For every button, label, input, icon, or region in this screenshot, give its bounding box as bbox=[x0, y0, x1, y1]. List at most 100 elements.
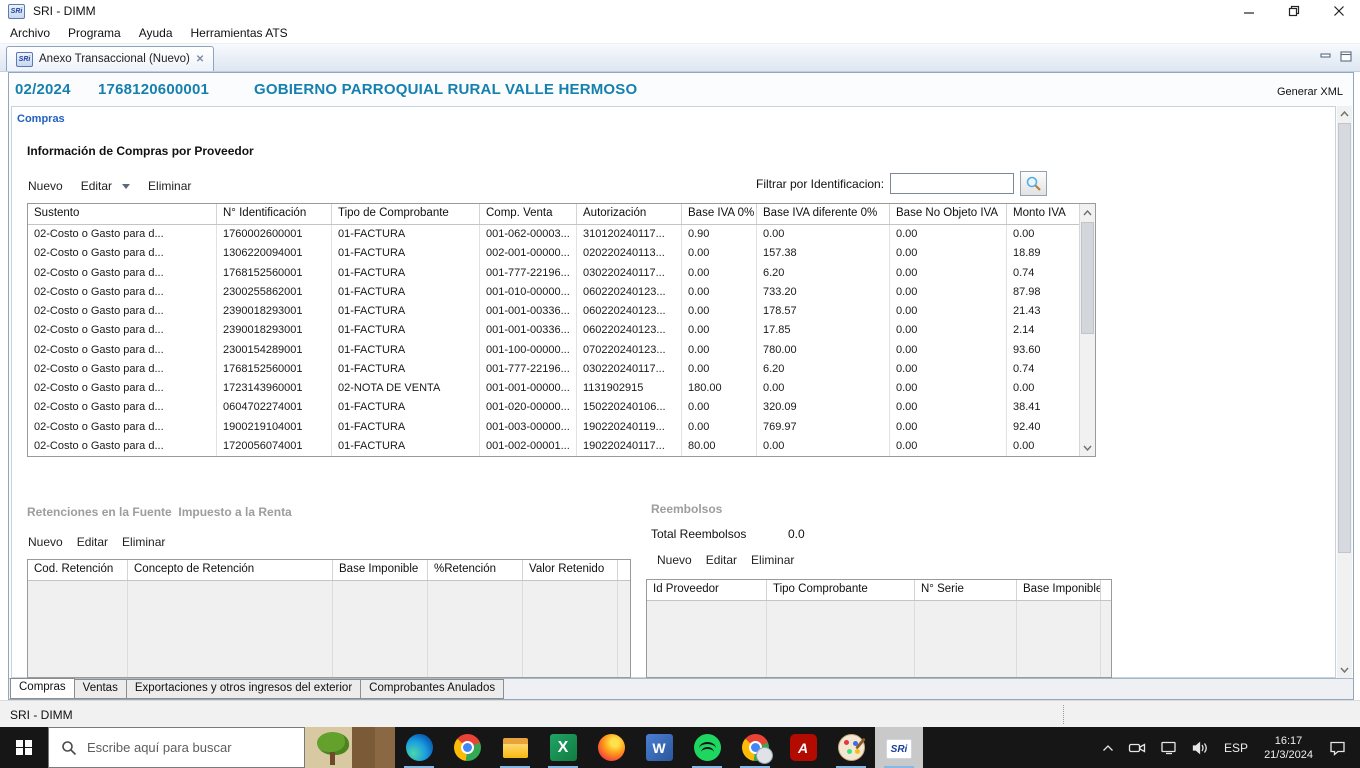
retenciones-toolbar: Nuevo Editar Eliminar bbox=[28, 535, 165, 549]
taskbar-icon-chrome-profile[interactable] bbox=[731, 727, 779, 768]
reembolsos-title: Reembolsos bbox=[651, 502, 723, 516]
bottom-tab[interactable]: Ventas bbox=[73, 679, 127, 699]
eliminar-button[interactable]: Eliminar bbox=[122, 535, 165, 549]
taskbar-icon-edge[interactable] bbox=[395, 727, 443, 768]
close-button[interactable] bbox=[1330, 2, 1348, 20]
menu-item[interactable]: Programa bbox=[68, 26, 121, 40]
start-button[interactable] bbox=[0, 727, 48, 768]
table-row[interactable]: 02-Costo o Gasto para d... 1723143960001… bbox=[28, 379, 1095, 399]
compras-content: Compras Información de Compras por Prove… bbox=[11, 106, 1336, 678]
scroll-up-icon[interactable] bbox=[1337, 106, 1352, 122]
nuevo-button[interactable]: Nuevo bbox=[657, 553, 692, 567]
table-row[interactable]: 02-Costo o Gasto para d... 1760002600001… bbox=[28, 225, 1095, 245]
tab-close-icon[interactable]: ✕ bbox=[196, 54, 204, 65]
taskbar-search[interactable]: Escribe aquí para buscar bbox=[48, 727, 305, 768]
tray-camera-icon[interactable] bbox=[1121, 727, 1153, 768]
taskbar-icon-sri-dimm[interactable] bbox=[875, 727, 923, 768]
editor-panel: 02/2024 1768120600001 GOBIERNO PARROQUIA… bbox=[8, 72, 1354, 700]
table-row[interactable]: 02-Costo o Gasto para d... 1768152560001… bbox=[28, 263, 1095, 283]
app-icon bbox=[645, 734, 673, 761]
bottom-tab[interactable]: Exportaciones y otros ingresos del exter… bbox=[125, 679, 362, 699]
taskbar-icon-paint[interactable] bbox=[827, 727, 875, 768]
reembolsos-toolbar: Nuevo Editar Eliminar bbox=[657, 553, 794, 567]
nuevo-button[interactable]: Nuevo bbox=[28, 535, 63, 549]
taskbar-icon-chrome[interactable] bbox=[443, 727, 491, 768]
generar-xml-link[interactable]: Generar XML bbox=[1277, 86, 1343, 98]
table-row[interactable]: 02-Costo o Gasto para d... 1306220094001… bbox=[28, 244, 1095, 264]
notification-center-icon[interactable] bbox=[1322, 727, 1354, 768]
column-header: Base No Objeto IVA bbox=[890, 204, 1007, 224]
tray-time: 16:17 bbox=[1274, 734, 1303, 747]
tray-clock[interactable]: 16:17 21/3/2024 bbox=[1255, 734, 1322, 762]
filter-input[interactable] bbox=[890, 173, 1015, 194]
retenciones-empty-body bbox=[28, 581, 630, 677]
table-row[interactable]: 02-Costo o Gasto para d... 2300154289001… bbox=[28, 340, 1095, 360]
scroll-down-icon[interactable] bbox=[1080, 439, 1095, 456]
taskbar-icon-excel[interactable] bbox=[539, 727, 587, 768]
column-header: Autorización bbox=[577, 204, 682, 224]
menu-item[interactable]: Archivo bbox=[10, 26, 50, 40]
eliminar-button[interactable]: Eliminar bbox=[751, 553, 794, 567]
scroll-down-icon[interactable] bbox=[1337, 662, 1352, 678]
eliminar-button[interactable]: Eliminar bbox=[148, 179, 191, 193]
retenciones-title: Retenciones en la Fuente Impuesto a la R… bbox=[27, 505, 292, 519]
bottom-tab[interactable]: Compras bbox=[10, 678, 75, 699]
table-row[interactable]: 02-Costo o Gasto para d... 2390018293001… bbox=[28, 302, 1095, 322]
compras-section-label: Compras bbox=[17, 113, 65, 125]
tray-network-icon[interactable] bbox=[1153, 727, 1185, 768]
tab-anexo-transaccional[interactable]: Anexo Transaccional (Nuevo) ✕ bbox=[6, 46, 215, 71]
tab-label: Anexo Transaccional (Nuevo) bbox=[39, 53, 190, 65]
taskbar-icon-spotify[interactable] bbox=[683, 727, 731, 768]
minimize-button[interactable] bbox=[1240, 2, 1258, 20]
entity-name: GOBIERNO PARROQUIAL RURAL VALLE HERMOSO bbox=[254, 81, 638, 98]
table-row[interactable]: 02-Costo o Gasto para d... 2390018293001… bbox=[28, 321, 1095, 341]
tray-date: 21/3/2024 bbox=[1264, 748, 1313, 761]
nuevo-button[interactable]: Nuevo bbox=[28, 179, 63, 193]
screen: SRI - DIMM Archivo Programa Ayuda Herramien… bbox=[0, 0, 1360, 768]
scrollbar-thumb[interactable] bbox=[1081, 222, 1094, 334]
column-header: Base IVA 0% bbox=[682, 204, 757, 224]
tray-volume-icon[interactable] bbox=[1185, 727, 1217, 768]
editar-button[interactable]: Editar bbox=[77, 535, 108, 549]
search-button[interactable] bbox=[1020, 171, 1048, 196]
window-titlebar: SRI - DIMM bbox=[0, 0, 1360, 22]
tray-chevron-up-icon[interactable] bbox=[1095, 727, 1121, 768]
windows-logo-icon bbox=[16, 739, 32, 756]
view-maximize-icon[interactable] bbox=[1340, 49, 1352, 67]
window-title: SRI - DIMM bbox=[33, 4, 96, 18]
app-icon bbox=[886, 739, 912, 759]
table-row[interactable]: 02-Costo o Gasto para d... 2300255862001… bbox=[28, 282, 1095, 302]
menu-item[interactable]: Ayuda bbox=[139, 26, 173, 40]
column-header: %Retención bbox=[428, 560, 523, 580]
bottom-tab[interactable]: Comprobantes Anulados bbox=[360, 679, 505, 699]
column-header: Monto IVA bbox=[1013, 207, 1066, 219]
table-row[interactable]: 02-Costo o Gasto para d... 1768152560001… bbox=[28, 359, 1095, 379]
reembolsos-table: Id Proveedor Tipo Comprobante N° Serie Base… bbox=[646, 579, 1112, 678]
app-icon bbox=[837, 734, 865, 761]
taskbar-icon-word[interactable] bbox=[635, 727, 683, 768]
period: 02/2024 bbox=[15, 81, 71, 98]
table-row[interactable]: 02-Costo o Gasto para d... 1720056074001… bbox=[28, 436, 1095, 456]
menu-item[interactable]: Herramientas ATS bbox=[191, 26, 288, 40]
taskbar-icon-acrobat[interactable] bbox=[779, 727, 827, 768]
taskbar-icon-firefox[interactable] bbox=[587, 727, 635, 768]
editar-button[interactable]: Editar bbox=[706, 553, 737, 567]
editar-dropdown-icon[interactable] bbox=[122, 183, 131, 189]
scrollbar-thumb[interactable] bbox=[1338, 123, 1351, 553]
restore-button[interactable] bbox=[1285, 2, 1303, 20]
search-icon bbox=[1026, 176, 1041, 191]
editor-scrollbar[interactable] bbox=[1337, 106, 1352, 678]
status-text: SRI - DIMM bbox=[10, 708, 73, 722]
tray-language[interactable]: ESP bbox=[1217, 727, 1255, 768]
filter-label: Filtrar por Identificacion: bbox=[756, 176, 885, 191]
compras-table: Sustento N° Identificación Tipo de Comprob… bbox=[27, 203, 1096, 457]
scroll-up-icon[interactable] bbox=[1080, 204, 1095, 221]
total-reembolsos-label: Total Reembolsos bbox=[651, 527, 747, 541]
taskbar-icon-file-explorer[interactable] bbox=[491, 727, 539, 768]
table-row[interactable]: 02-Costo o Gasto para d... 1900219104001… bbox=[28, 417, 1095, 437]
taskbar-widget-tree-image[interactable] bbox=[305, 727, 395, 768]
view-minimize-icon[interactable] bbox=[1320, 49, 1332, 67]
table-scrollbar[interactable] bbox=[1079, 204, 1095, 456]
editar-button[interactable]: Editar bbox=[81, 179, 112, 193]
table-row[interactable]: 02-Costo o Gasto para d... 0604702274001… bbox=[28, 398, 1095, 418]
